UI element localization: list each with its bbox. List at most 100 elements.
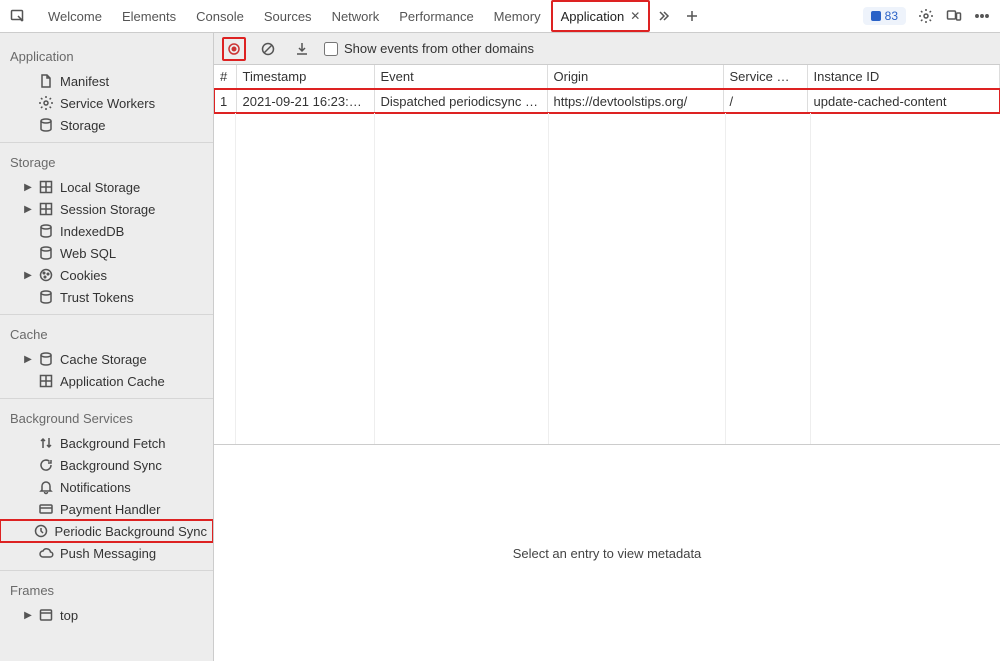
devices-button[interactable] xyxy=(940,2,968,30)
col-header-event[interactable]: Event xyxy=(374,65,547,89)
file-icon xyxy=(38,73,54,89)
section-application-title: Application xyxy=(0,37,213,70)
sidebar-item-indexeddb[interactable]: IndexedDB xyxy=(0,220,213,242)
db-icon xyxy=(38,223,54,239)
show-other-domains-checkbox[interactable] xyxy=(324,42,338,56)
plus-icon xyxy=(684,8,700,24)
expand-arrow-icon[interactable]: ▶ xyxy=(20,270,36,281)
sidebar-item-trust-tokens[interactable]: Trust Tokens xyxy=(0,286,213,308)
events-table: # Timestamp Event Origin Service Wo… Ins… xyxy=(214,65,1000,445)
ban-icon xyxy=(260,41,276,57)
tab-application[interactable]: Application ✕ xyxy=(551,0,651,32)
more-tabs-button[interactable] xyxy=(650,2,678,30)
events-toolbar: Show events from other domains xyxy=(214,33,1000,65)
col-header-service-worker[interactable]: Service Wo… xyxy=(723,65,807,89)
tab-sources[interactable]: Sources xyxy=(254,0,322,32)
sidebar-item-cookies[interactable]: ▶Cookies xyxy=(0,264,213,286)
detail-placeholder-text: Select an entry to view metadata xyxy=(513,546,702,561)
cookie-icon xyxy=(38,267,54,283)
cell-timestamp: 2021-09-21 16:23:40… xyxy=(236,89,374,113)
table-header-row: # Timestamp Event Origin Service Wo… Ins… xyxy=(214,65,1000,89)
show-other-domains-label: Show events from other domains xyxy=(344,41,534,56)
record-icon xyxy=(226,41,242,57)
sidebar-item-application-cache[interactable]: Application Cache xyxy=(0,370,213,392)
card-icon xyxy=(38,501,54,517)
tab-memory[interactable]: Memory xyxy=(484,0,551,32)
db-icon xyxy=(38,117,54,133)
content-panel: Show events from other domains # Timesta… xyxy=(214,33,1000,661)
tabs-list: Welcome Elements Console Sources Network… xyxy=(38,0,650,32)
expand-arrow-icon[interactable]: ▶ xyxy=(20,204,36,215)
sidebar-item-session-storage[interactable]: ▶Session Storage xyxy=(0,198,213,220)
section-storage-title: Storage xyxy=(0,143,213,176)
sidebar-item-storage[interactable]: Storage xyxy=(0,114,213,136)
issues-badge[interactable]: 83 xyxy=(863,7,906,25)
detail-placeholder: Select an entry to view metadata xyxy=(214,445,1000,661)
record-button[interactable] xyxy=(222,37,246,61)
col-header-instance-id[interactable]: Instance ID xyxy=(807,65,1000,89)
settings-button[interactable] xyxy=(912,2,940,30)
issues-dot-icon xyxy=(871,11,881,21)
tab-elements[interactable]: Elements xyxy=(112,0,186,32)
show-other-domains-toggle[interactable]: Show events from other domains xyxy=(324,41,534,56)
col-header-timestamp[interactable]: Timestamp xyxy=(236,65,374,89)
expand-arrow-icon[interactable]: ▶ xyxy=(20,610,36,621)
cell-origin: https://devtoolstips.org/ xyxy=(547,89,723,113)
db-icon xyxy=(38,245,54,261)
bell-icon xyxy=(38,479,54,495)
top-tabbar: Welcome Elements Console Sources Network… xyxy=(0,0,1000,33)
sidebar-item-notifications[interactable]: Notifications xyxy=(0,476,213,498)
tab-application-label: Application xyxy=(561,9,625,24)
gear-icon xyxy=(38,95,54,111)
inspect-icon xyxy=(10,8,26,24)
col-header-index[interactable]: # xyxy=(214,65,236,89)
close-icon[interactable]: ✕ xyxy=(630,9,640,23)
application-sidebar: Application Manifest Service Workers Sto… xyxy=(0,33,214,661)
sidebar-item-web-sql[interactable]: Web SQL xyxy=(0,242,213,264)
col-header-origin[interactable]: Origin xyxy=(547,65,723,89)
window-icon xyxy=(38,607,54,623)
gear-icon xyxy=(918,8,934,24)
cell-index: 1 xyxy=(214,89,236,113)
expand-arrow-icon[interactable]: ▶ xyxy=(20,354,36,365)
tab-network[interactable]: Network xyxy=(322,0,390,32)
issues-count: 83 xyxy=(885,9,898,23)
db-icon xyxy=(38,351,54,367)
tab-performance[interactable]: Performance xyxy=(389,0,483,32)
clock-icon xyxy=(33,523,49,539)
sidebar-item-payment-handler[interactable]: Payment Handler xyxy=(0,498,213,520)
sidebar-item-push-messaging[interactable]: Push Messaging xyxy=(0,542,213,564)
tab-welcome[interactable]: Welcome xyxy=(38,0,112,32)
devices-icon xyxy=(946,8,962,24)
clear-button[interactable] xyxy=(256,37,280,61)
sidebar-item-service-workers[interactable]: Service Workers xyxy=(0,92,213,114)
section-frames-title: Frames xyxy=(0,571,213,604)
sidebar-item-top-frame[interactable]: ▶top xyxy=(0,604,213,626)
refresh-icon xyxy=(38,457,54,473)
grid-icon xyxy=(38,179,54,195)
grid-icon xyxy=(38,201,54,217)
cell-event: Dispatched periodicsync e… xyxy=(374,89,547,113)
cloud-icon xyxy=(38,545,54,561)
table-empty-area xyxy=(214,113,1000,445)
cell-instance-id: update-cached-content xyxy=(807,89,1000,113)
cell-service-worker: / xyxy=(723,89,807,113)
save-button[interactable] xyxy=(290,37,314,61)
more-menu-button[interactable] xyxy=(968,2,996,30)
updown-icon xyxy=(38,435,54,451)
sidebar-item-cache-storage[interactable]: ▶Cache Storage xyxy=(0,348,213,370)
sidebar-item-manifest[interactable]: Manifest xyxy=(0,70,213,92)
section-cache-title: Cache xyxy=(0,315,213,348)
sidebar-item-local-storage[interactable]: ▶Local Storage xyxy=(0,176,213,198)
db-icon xyxy=(38,289,54,305)
new-tab-button[interactable] xyxy=(678,2,706,30)
download-icon xyxy=(294,41,310,57)
tab-console[interactable]: Console xyxy=(186,0,254,32)
sidebar-item-periodic-background-sync[interactable]: Periodic Background Sync xyxy=(0,520,213,542)
table-row[interactable]: 1 2021-09-21 16:23:40… Dispatched period… xyxy=(214,89,1000,113)
sidebar-item-background-fetch[interactable]: Background Fetch xyxy=(0,432,213,454)
inspect-button[interactable] xyxy=(4,2,32,30)
expand-arrow-icon[interactable]: ▶ xyxy=(20,182,36,193)
grid-icon xyxy=(38,373,54,389)
sidebar-item-background-sync[interactable]: Background Sync xyxy=(0,454,213,476)
